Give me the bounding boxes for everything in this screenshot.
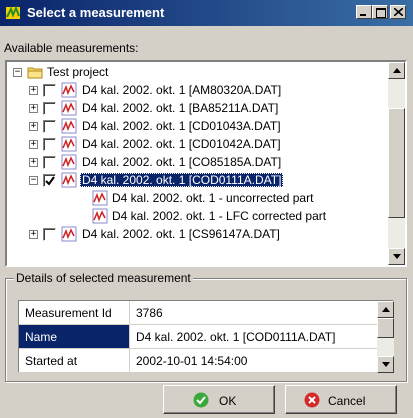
scroll-down-button[interactable]: [388, 248, 405, 265]
expand-toggle[interactable]: +: [29, 122, 38, 131]
item-checkbox[interactable]: [43, 228, 56, 241]
folder-icon: [27, 67, 43, 79]
measurement-icon: [61, 226, 77, 242]
details-row-value: 3786: [136, 306, 163, 320]
details-row-label: Started at: [19, 349, 130, 372]
details-grid[interactable]: Measurement Id 3786 Name D4 kal. 2002. o…: [18, 300, 394, 373]
tree-item-label: D4 kal. 2002. okt. 1 [BA85211A.DAT]: [82, 101, 279, 115]
measurement-icon: [61, 100, 77, 116]
scroll-up-button[interactable]: [377, 301, 394, 318]
tree-child-item[interactable]: D4 kal. 2002. okt. 1 - LFC corrected par…: [7, 208, 377, 226]
tree-item-label: D4 kal. 2002. okt. 1 - LFC corrected par…: [112, 209, 327, 223]
item-checkbox[interactable]: [43, 84, 56, 97]
tree-item[interactable]: + D4 kal. 2002. okt. 1 [BA85211A.DAT]: [7, 100, 377, 118]
expand-toggle[interactable]: +: [29, 104, 38, 113]
arrow-down-icon: [382, 362, 390, 367]
measurement-icon: [61, 82, 77, 98]
tree-item-selected[interactable]: − D4 kal. 2002. okt. 1 [COD0111A.DAT]: [7, 172, 377, 190]
item-checkbox[interactable]: [43, 102, 56, 115]
tree-child-item[interactable]: D4 kal. 2002. okt. 1 - uncorrected part: [7, 190, 377, 208]
arrow-up-icon: [382, 307, 390, 312]
arrow-down-icon: [393, 254, 401, 259]
measurement-icon: [92, 208, 108, 224]
scroll-down-button[interactable]: [377, 356, 394, 373]
tree-item-label: D4 kal. 2002. okt. 1 [AM80320A.DAT]: [82, 83, 282, 97]
details-row-label: Name: [19, 325, 130, 348]
tree-item-label: D4 kal. 2002. okt. 1 [CO85185A.DAT]: [82, 155, 282, 169]
check-circle-icon: [193, 392, 209, 408]
tree-item-label: D4 kal. 2002. okt. 1 [CS96147A.DAT]: [82, 227, 280, 241]
item-checkbox-checked[interactable]: [43, 174, 56, 187]
details-group-title: Details of selected measurement: [14, 271, 193, 285]
expand-toggle[interactable]: +: [29, 86, 38, 95]
item-checkbox[interactable]: [43, 156, 56, 169]
arrow-up-icon: [393, 68, 401, 73]
tree-item[interactable]: + D4 kal. 2002. okt. 1 [CD01043A.DAT]: [7, 118, 377, 136]
tree-item[interactable]: + D4 kal. 2002. okt. 1 [CO85185A.DAT]: [7, 154, 377, 172]
details-scrollbar[interactable]: [377, 301, 394, 373]
details-row-selected[interactable]: Name D4 kal. 2002. okt. 1 [COD0111A.DAT]: [19, 325, 377, 349]
available-measurements-label: Available measurements:: [4, 41, 139, 55]
ok-button[interactable]: OK: [163, 385, 275, 414]
scroll-thumb[interactable]: [388, 108, 405, 218]
item-checkbox[interactable]: [43, 138, 56, 151]
expand-toggle[interactable]: +: [29, 158, 38, 167]
maximize-button[interactable]: [372, 5, 388, 19]
window-title: Select a measurement: [27, 5, 165, 20]
tree-item[interactable]: + D4 kal. 2002. okt. 1 [CD01042A.DAT]: [7, 136, 377, 154]
tree-scrollbar[interactable]: [388, 62, 405, 265]
tree-item[interactable]: + D4 kal. 2002. okt. 1 [CS96147A.DAT]: [7, 226, 377, 244]
expand-toggle[interactable]: +: [29, 230, 38, 239]
scroll-up-button[interactable]: [388, 62, 405, 79]
cancel-button-label: Cancel: [328, 394, 366, 408]
cancel-circle-icon: [304, 392, 320, 408]
dialog-window: Select a measurement Available measureme…: [0, 0, 413, 418]
measurement-icon: [92, 190, 108, 206]
measurement-icon: [61, 172, 77, 188]
ok-button-label: OK: [219, 394, 237, 408]
tree-item-label: D4 kal. 2002. okt. 1 - uncorrected part: [112, 191, 314, 205]
scroll-thumb[interactable]: [377, 318, 394, 338]
measurement-tree[interactable]: − Test project + D4 kal. 2002. okt. 1 [A…: [5, 60, 407, 267]
measurement-icon: [61, 136, 77, 152]
tree-item-label: D4 kal. 2002. okt. 1 [COD0111A.DAT]: [80, 173, 284, 187]
title-bar[interactable]: Select a measurement: [0, 0, 413, 26]
details-row-value: D4 kal. 2002. okt. 1 [COD0111A.DAT]: [136, 330, 336, 344]
tree-item[interactable]: + D4 kal. 2002. okt. 1 [AM80320A.DAT]: [7, 82, 377, 100]
measurement-icon: [61, 154, 77, 170]
tree-root-label: Test project: [47, 65, 109, 79]
checkmark-icon: [45, 176, 55, 186]
close-icon: [394, 8, 403, 16]
measurement-icon: [61, 118, 77, 134]
details-row-value: 2002-10-01 14:54:00: [136, 354, 248, 368]
app-icon: [6, 5, 20, 19]
cancel-button[interactable]: Cancel: [285, 385, 397, 414]
details-row[interactable]: Started at 2002-10-01 14:54:00: [19, 349, 377, 373]
item-checkbox[interactable]: [43, 120, 56, 133]
tree-item-label: D4 kal. 2002. okt. 1 [CD01042A.DAT]: [82, 137, 281, 151]
tree-item-label: D4 kal. 2002. okt. 1 [CD01043A.DAT]: [82, 119, 281, 133]
close-button[interactable]: [390, 5, 406, 19]
expand-toggle[interactable]: +: [29, 140, 38, 149]
details-row-label: Measurement Id: [19, 301, 130, 324]
tree-root[interactable]: − Test project: [7, 64, 377, 82]
details-row[interactable]: Measurement Id 3786: [19, 301, 377, 325]
minimize-button[interactable]: [356, 5, 372, 19]
collapse-toggle[interactable]: −: [29, 176, 38, 185]
collapse-toggle[interactable]: −: [13, 68, 22, 77]
